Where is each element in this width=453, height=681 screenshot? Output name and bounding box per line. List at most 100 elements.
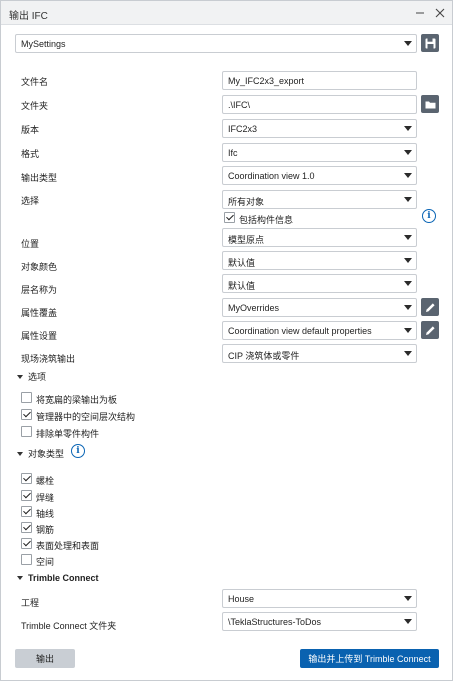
info-icon[interactable]: i (71, 444, 85, 458)
chevron-down-icon (404, 619, 412, 624)
option-checkbox-spatial-hierarchy[interactable] (21, 409, 32, 420)
export-type-value: Coordination view 1.0 (228, 171, 315, 181)
location-label: 位置 (21, 239, 40, 249)
export-and-upload-button[interactable]: 输出并上传到 Trimble Connect (300, 649, 439, 668)
minimize-icon (416, 12, 424, 14)
object-color-value: 默认值 (228, 258, 256, 268)
export-button[interactable]: 输出 (15, 649, 75, 668)
option-checkbox-exclude-single-part[interactable] (21, 426, 32, 437)
chevron-down-icon (404, 197, 412, 202)
pour-export-label: 现场浇筑输出 (21, 354, 76, 364)
file-name-label: 文件名 (21, 77, 49, 87)
chevron-down-icon (404, 351, 412, 356)
project-select[interactable]: House (222, 589, 417, 608)
trimble-connect-section-title: Trimble Connect (28, 573, 99, 583)
folder-value: .\IFC\ (228, 100, 250, 110)
option-label-spatial-hierarchy: 管理器中的空间层次结构 (36, 412, 136, 422)
save-icon (425, 38, 435, 48)
property-override-label: 属性覆盖 (21, 308, 58, 318)
pour-export-value: CIP 浇筑体或零件 (228, 351, 300, 361)
folder-input[interactable]: .\IFC\ (222, 95, 417, 114)
settings-select[interactable]: MySettings (15, 34, 417, 53)
tc-folder-select[interactable]: \TeklaStructures-ToDos (222, 612, 417, 631)
folder-icon (425, 101, 435, 108)
layer-name-label: 层名称为 (21, 285, 58, 295)
pour-export-select[interactable]: CIP 浇筑体或零件 (222, 344, 417, 363)
property-sets-value: Coordination view default properties (228, 326, 372, 336)
chevron-down-icon (404, 281, 412, 286)
property-override-select[interactable]: MyOverrides (222, 298, 417, 317)
format-label: 格式 (21, 149, 40, 159)
object-types-section-header[interactable]: 对象类型 (17, 447, 64, 460)
layer-name-select[interactable]: 默认值 (222, 274, 417, 293)
format-select[interactable]: Ifc (222, 143, 417, 162)
selection-select[interactable]: 所有对象 (222, 190, 417, 209)
property-sets-select[interactable]: Coordination view default properties (222, 321, 417, 340)
pencil-icon (425, 302, 435, 312)
file-name-input[interactable]: My_IFC2x3_export (222, 71, 417, 90)
object-type-checkbox-rebar[interactable] (21, 522, 32, 533)
close-button[interactable] (432, 5, 448, 21)
chevron-down-icon (404, 328, 412, 333)
collapse-icon (17, 451, 23, 456)
options-section-header[interactable]: 选项 (17, 370, 46, 383)
minimize-button[interactable] (412, 5, 428, 21)
settings-select-value: MySettings (21, 39, 66, 49)
chevron-down-icon (404, 173, 412, 178)
location-select[interactable]: 模型原点 (222, 228, 417, 247)
location-value: 模型原点 (228, 235, 265, 245)
object-type-checkbox-welds[interactable] (21, 490, 32, 501)
trimble-connect-section-header[interactable]: Trimble Connect (17, 573, 99, 583)
options-section-title: 选项 (28, 372, 47, 382)
pencil-icon (425, 325, 435, 335)
edit-property-sets-button[interactable] (421, 321, 439, 339)
collapse-icon (17, 374, 23, 379)
property-override-value: MyOverrides (228, 303, 280, 313)
object-type-label-grids: 轴线 (36, 509, 55, 519)
version-select[interactable]: IFC2x3 (222, 119, 417, 138)
export-type-select[interactable]: Coordination view 1.0 (222, 166, 417, 185)
chevron-down-icon (404, 258, 412, 263)
option-checkbox-wide-beams[interactable] (21, 392, 32, 403)
version-label: 版本 (21, 125, 40, 135)
chevron-down-icon (404, 235, 412, 240)
include-assembly-label: 包括构件信息 (239, 215, 294, 225)
collapse-icon (17, 575, 23, 580)
object-type-label-spaces: 空间 (36, 557, 55, 567)
object-types-section-title: 对象类型 (28, 449, 65, 459)
option-label-wide-beams: 将宽扁的梁输出为板 (36, 395, 118, 405)
info-icon[interactable]: i (422, 209, 436, 223)
version-value: IFC2x3 (228, 124, 258, 134)
selection-label: 选择 (21, 196, 40, 206)
object-type-label-welds: 焊缝 (36, 493, 55, 503)
object-type-checkbox-grids[interactable] (21, 506, 32, 517)
object-color-label: 对象颜色 (21, 262, 58, 272)
object-color-select[interactable]: 默认值 (222, 251, 417, 270)
edit-property-override-button[interactable] (421, 298, 439, 316)
object-type-label-bolts: 螺栓 (36, 476, 55, 486)
file-name-value: My_IFC2x3_export (228, 76, 305, 86)
export-ifc-dialog: 输出 IFC MySettings 文件名 My_IFC2x3_export 文… (0, 0, 453, 681)
chevron-down-icon (404, 305, 412, 310)
object-type-checkbox-bolts[interactable] (21, 473, 32, 484)
selection-value: 所有对象 (228, 197, 265, 207)
project-value: House (228, 594, 255, 604)
layer-name-value: 默认值 (228, 281, 256, 291)
object-type-checkbox-spaces[interactable] (21, 554, 32, 565)
chevron-down-icon (404, 150, 412, 155)
tc-folder-value: \TeklaStructures-ToDos (228, 617, 322, 627)
folder-label: 文件夹 (21, 101, 49, 111)
project-label: 工程 (21, 598, 40, 608)
object-type-checkbox-surfaces[interactable] (21, 538, 32, 549)
object-type-label-rebar: 钢筋 (36, 525, 55, 535)
tc-folder-label: Trimble Connect 文件夹 (21, 621, 117, 631)
chevron-down-icon (404, 41, 412, 46)
close-icon (435, 8, 445, 18)
save-settings-button[interactable] (421, 34, 439, 52)
object-type-label-surfaces: 表面处理和表面 (36, 541, 100, 551)
chevron-down-icon (404, 596, 412, 601)
option-label-exclude-single-part: 排除单零件构件 (36, 429, 100, 439)
export-type-label: 输出类型 (21, 173, 58, 183)
browse-folder-button[interactable] (421, 95, 439, 113)
include-assembly-checkbox[interactable] (224, 212, 235, 223)
